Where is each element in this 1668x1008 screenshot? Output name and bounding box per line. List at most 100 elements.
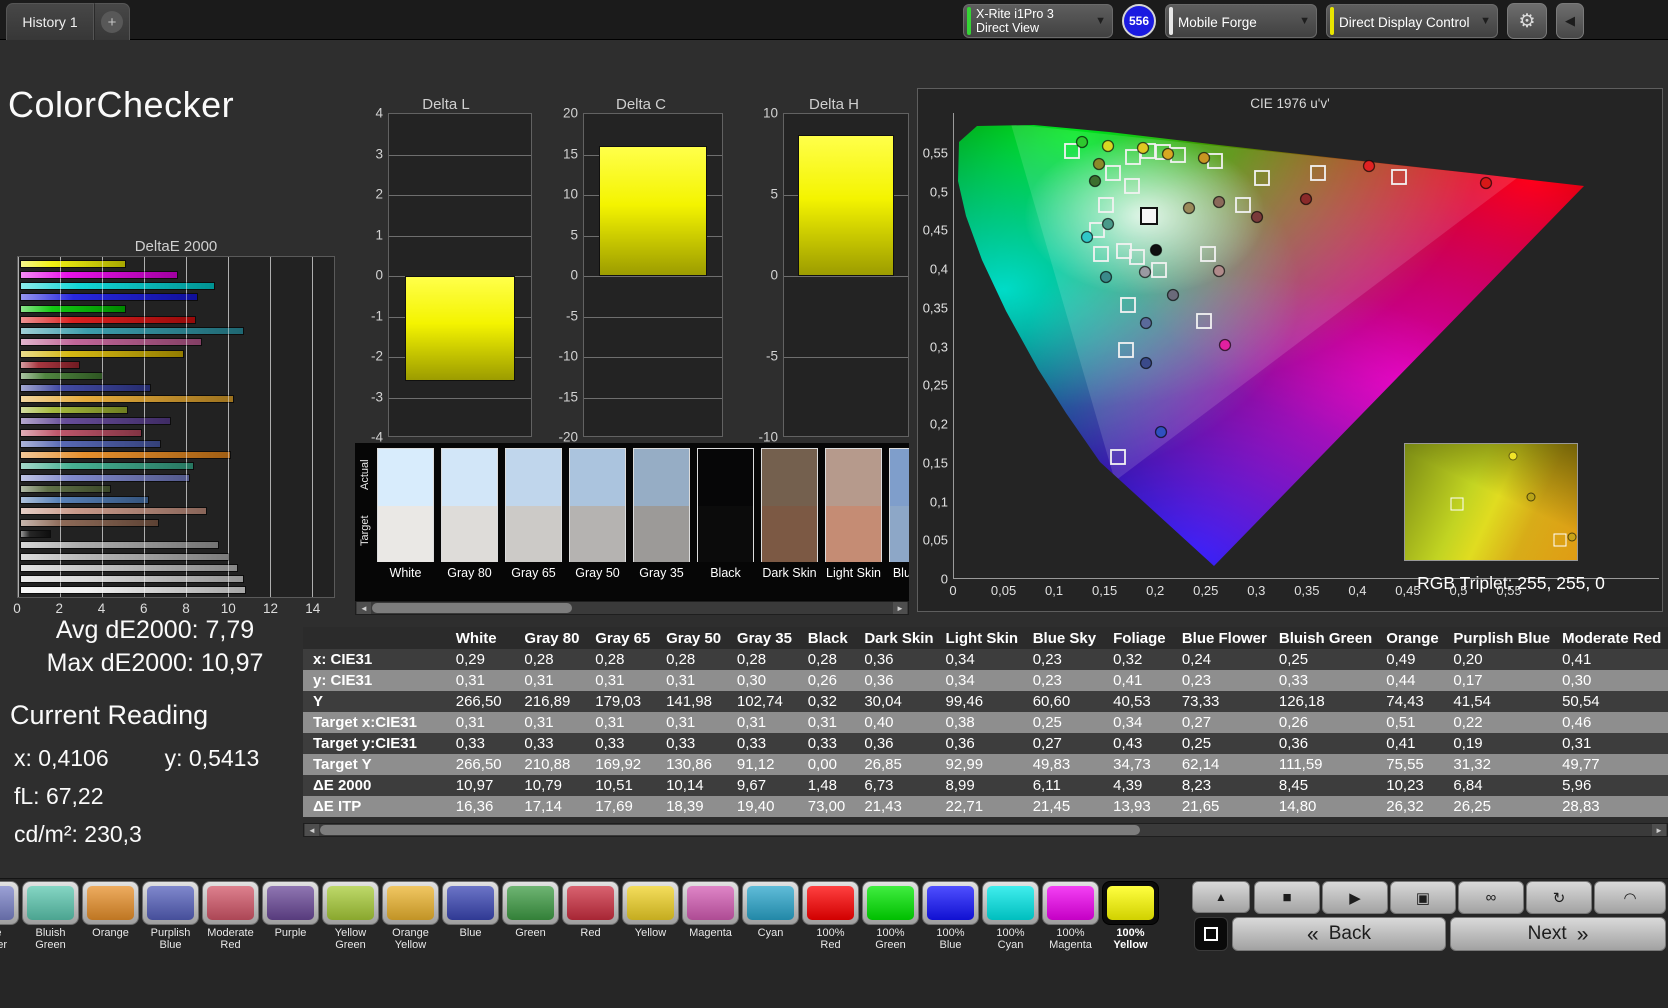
y-tick-label: 10 [762,105,778,121]
patch-button-blue[interactable]: Blue [442,881,499,951]
patch-button-orange[interactable]: Orange [82,881,139,951]
patch-button-yellow[interactable]: Yellow [622,881,679,951]
patch-button-blue-flower[interactable]: BlueFlower [0,881,19,951]
x-tick-label: 0,05 [990,583,1017,598]
gridline [269,257,271,597]
table-cell: 0,43 [1113,735,1143,752]
reading-y: y: 0,5413 [164,745,260,771]
table-cell: 0,34 [945,672,975,689]
patch-button-100-green[interactable]: 100% Green [862,881,919,951]
chevron-down-icon: ▼ [1299,15,1310,27]
patch-button-purple[interactable]: Purple [262,881,319,951]
table-row: x: CIE31 0,29 0,28 0,28 0,28 0,28 0,28 0,36 0,34… [303,649,1668,670]
patch-button-cyan[interactable]: Cyan [742,881,799,951]
table-cell: 8,23 [1181,777,1212,794]
patch-button-orange-yellow[interactable]: Orange Yellow [382,881,439,951]
patch-button-yellow-green[interactable]: Yellow Green [322,881,379,951]
table-cell: 0,40 [864,714,894,731]
scrollbar-thumb[interactable] [320,825,1140,835]
table-cell: 1,48 [807,777,837,794]
patch-label: Bluish Green [35,927,66,952]
table-cell: 18,39 [666,798,704,815]
patch-label: 100% Yellow [1113,927,1148,952]
workflow-dropdown[interactable]: Direct Display Control ▼ [1326,4,1498,38]
deltae-bar [20,552,230,561]
actual-color [506,449,561,506]
table-cell: 0,33 [455,735,485,752]
gauge-button[interactable]: ◠ [1594,881,1666,914]
meter-status-stripe [967,7,971,35]
table-cell: 0,32 [807,693,837,710]
patch-button-red[interactable]: Red [562,881,619,951]
column-header: Gray 35 [730,627,802,649]
patch-button-bluish-green[interactable]: Bluish Green [22,881,79,951]
loop-measure-button[interactable]: ↻ [1526,881,1592,914]
gridline [101,257,103,597]
reading-metrics: Avg dE2000: 7,79 Max dE2000: 10,97 Curre… [10,612,300,848]
patch-button-magenta[interactable]: Magenta [682,881,739,951]
measurement-count-badge[interactable]: 556 [1122,4,1156,38]
column-header: Gray 80 [518,627,590,649]
table-cell: 169,92 [595,756,642,773]
patch-button-moderate-red[interactable]: Moderate Red [202,881,259,951]
table-cell: 0,38 [945,714,975,731]
gridline [584,316,722,318]
table-cell: 9,67 [736,777,767,794]
scroll-left-arrow[interactable]: ◄ [357,602,371,614]
next-button[interactable]: Next » [1450,917,1666,951]
scrollbar-thumb[interactable] [372,603,572,613]
continuous-measure-button[interactable]: ∞ [1458,881,1524,914]
table-cell: 30,04 [864,693,902,710]
y-tick-label: 0,15 [922,455,948,471]
y-tick-label: 0,25 [922,377,948,393]
table-cell: 0,41 [1386,735,1416,752]
source-dropdown[interactable]: Mobile Forge ▼ [1165,4,1317,38]
y-tick-label: 0 [570,267,578,283]
play-button[interactable]: ▶ [1322,881,1388,914]
patch-button-100-red[interactable]: 100% Red [802,881,859,951]
scroll-right-arrow[interactable]: ► [1652,824,1666,836]
scroll-up-button[interactable]: ▲ [1192,881,1250,913]
table-cell: 0,31 [807,714,837,731]
patch-button-100-blue[interactable]: 100% Blue [922,881,979,951]
table-cell: 99,46 [945,693,984,710]
measured-point [1138,265,1152,279]
refresh-icon: ↻ [1552,889,1566,907]
stop-button[interactable]: ■ [1254,881,1320,914]
measured-point [1154,425,1168,439]
patch-button-100-magenta[interactable]: 100% Magenta [1042,881,1099,951]
back-button[interactable]: « Back [1232,917,1446,951]
swatch-scrollbar[interactable]: ◄ ► [355,601,909,615]
table-cell: 0,33 [736,735,767,752]
read-display-button[interactable]: ▣ [1390,881,1456,914]
workflow-status-stripe [1330,7,1334,35]
display-mode-button[interactable] [1194,917,1228,951]
column-header: Moderate Red [1556,627,1668,649]
patch-button-purplish-blue[interactable]: Purplish Blue [142,881,199,951]
swatch-label: Gray 35 [639,566,684,580]
color-patch [387,886,434,920]
patch-button-100-cyan[interactable]: 100% Cyan [982,881,1039,951]
collapse-panel-button[interactable]: ◀ [1556,3,1584,39]
table-cell: 26,85 [864,756,902,773]
scroll-left-arrow[interactable]: ◄ [305,824,319,836]
settings-gear-button[interactable]: ⚙ [1507,3,1547,39]
target-color [570,506,625,562]
table-cell: 0,26 [807,672,837,689]
patch-label: Red [580,927,601,939]
color-patch [507,886,554,920]
patch-button-100-yellow[interactable]: 100% Yellow [1102,881,1159,951]
column-header: Gray 65 [589,627,661,649]
scroll-right-arrow[interactable]: ► [893,602,907,614]
history-tab[interactable]: History 1 [6,3,94,40]
swatch-white: White [377,448,434,580]
patch-button-green[interactable]: Green [502,881,559,951]
table-cell: 0,25 [1278,651,1309,668]
table-row: ΔE 2000 10,97 10,79 10,51 10,14 9,67 1,48 6,73 8… [303,775,1668,796]
measured-point [1218,338,1232,352]
table-scrollbar[interactable]: ◄ ► [303,823,1668,837]
table-row: Y 266,50 216,89 179,03 141,98 102,74 0,32 30,04… [303,691,1668,712]
meter-dropdown[interactable]: X-Rite i1Pro 3 Direct View ▼ [963,4,1113,38]
swatch-label: Dark Skin [762,566,817,580]
add-tab-button[interactable]: + [94,3,130,40]
